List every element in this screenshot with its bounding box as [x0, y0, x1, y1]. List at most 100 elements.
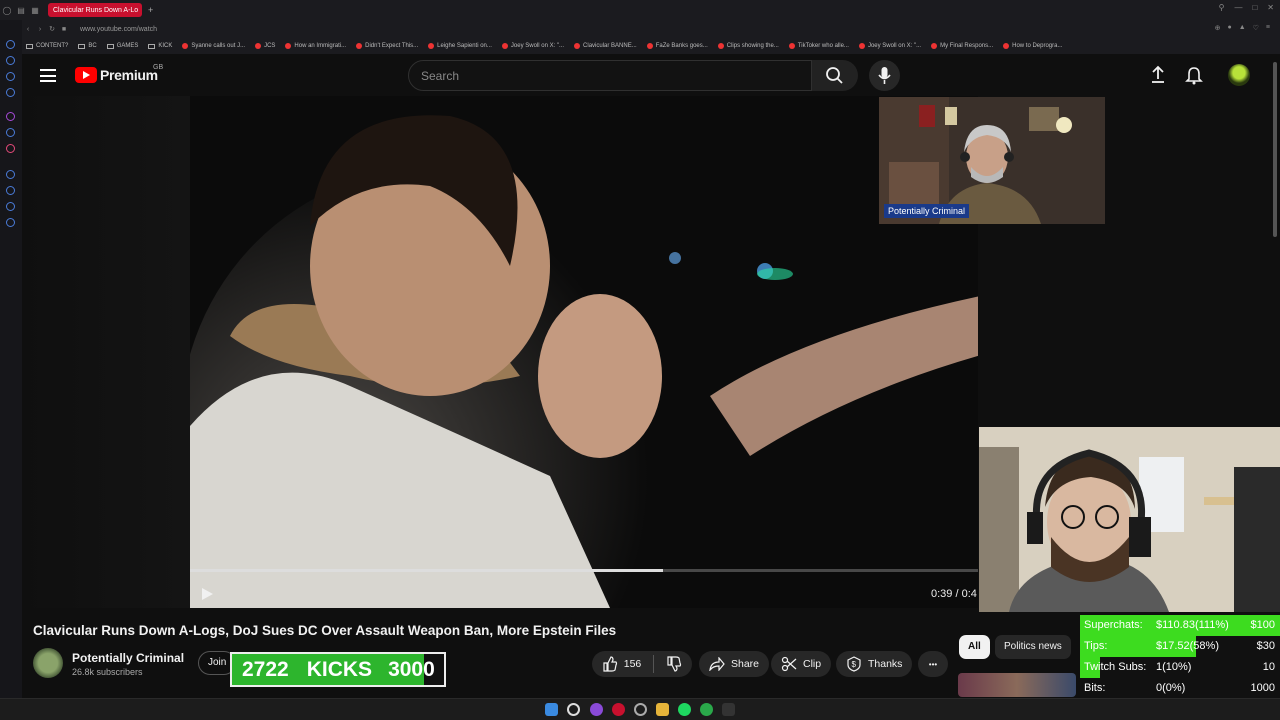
tab-active[interactable]: Clavicular Runs Down A-Lo: [48, 3, 142, 17]
more-actions-button[interactable]: •••: [918, 651, 948, 677]
start-icon[interactable]: [545, 703, 558, 716]
bookmark-item[interactable]: My Final Respons...: [931, 43, 993, 49]
bookmark-item[interactable]: Didn't Expect This...: [356, 43, 418, 49]
xbox-icon[interactable]: [700, 703, 713, 716]
bookmark-label: CONTENT?: [36, 43, 69, 49]
bookmark-label: GAMES: [116, 43, 139, 49]
browser-tab-bar: ◯ ▤ ▦ Clavicular Runs Down A-Lo + ⚲ — □ …: [0, 0, 1280, 20]
favicon-icon: [931, 43, 938, 49]
sidebar-app-icon[interactable]: [6, 170, 15, 179]
sidebar-app-icon[interactable]: [6, 40, 15, 49]
bookmark-item[interactable]: How to Deprogra...: [1003, 43, 1062, 49]
channel-name[interactable]: Potentially Criminal: [72, 651, 184, 665]
search-taskbar-icon[interactable]: [567, 703, 580, 716]
sidebar-app-icon[interactable]: [6, 56, 15, 65]
folder-icon: [148, 43, 156, 49]
voice-search-button[interactable]: [869, 60, 900, 91]
hamburger-menu-icon[interactable]: [40, 69, 56, 82]
back-icon[interactable]: ‹: [22, 26, 34, 33]
browser-logo-icon[interactable]: ◯: [0, 6, 14, 15]
recommended-video-thumbnail[interactable]: [958, 673, 1076, 697]
new-tab-icon[interactable]: +: [148, 5, 153, 15]
zoom-icon[interactable]: ⊕: [1215, 24, 1221, 32]
search-tabs-icon[interactable]: ⚲: [1219, 3, 1225, 12]
extension-icon[interactable]: ●: [1227, 24, 1231, 32]
bookmark-item[interactable]: Syanne calls out J...: [182, 43, 245, 49]
bookmark-item[interactable]: BC: [78, 43, 97, 49]
bookmark-item[interactable]: Leighe Sapienti on...: [428, 43, 492, 49]
bookmark-item[interactable]: CONTENT?: [26, 43, 68, 49]
page-scrollbar[interactable]: [1272, 60, 1278, 240]
notifications-button[interactable]: [1184, 64, 1204, 86]
sidebar-app-icon[interactable]: [6, 186, 15, 195]
video-progress-bar[interactable]: [190, 569, 978, 572]
bookmark-label: How an Immigrati...: [294, 43, 347, 49]
close-icon[interactable]: ✕: [1267, 3, 1274, 12]
messenger-icon[interactable]: [6, 128, 15, 137]
bookmark-item[interactable]: Joey Swoll on X: "...: [501, 43, 564, 49]
bookmark-item[interactable]: JCS: [255, 43, 275, 49]
chip-politics-news[interactable]: Politics news: [995, 635, 1071, 659]
video-player[interactable]: [190, 96, 978, 608]
bookmark-item[interactable]: Joey Swoll on X: "...: [858, 43, 921, 49]
youtube-logo[interactable]: Premium: [75, 67, 158, 83]
sidebar-app-icon[interactable]: [6, 72, 15, 81]
play-icon: [202, 588, 213, 600]
streamer-webcam: [979, 427, 1280, 612]
account-avatar[interactable]: [1228, 64, 1250, 86]
tab-search-icon[interactable]: ▦: [28, 6, 42, 15]
site-info-icon[interactable]: ■: [58, 26, 70, 33]
thumbs-up-icon[interactable]: [602, 656, 618, 672]
channel-avatar[interactable]: [33, 648, 63, 678]
video-frame: [190, 96, 978, 608]
like-count[interactable]: 156: [624, 658, 642, 670]
forward-icon[interactable]: ›: [34, 26, 46, 33]
instagram-icon[interactable]: [6, 144, 15, 153]
reload-icon[interactable]: ↻: [46, 25, 58, 33]
thumbs-down-icon[interactable]: [666, 656, 682, 672]
region-label: GB: [153, 64, 164, 71]
app-icon[interactable]: [722, 703, 735, 716]
menu-icon[interactable]: ≡: [1266, 24, 1270, 32]
upload-button[interactable]: [1148, 64, 1168, 86]
bookmark-item[interactable]: TikToker who alle...: [788, 43, 849, 49]
bookmark-item[interactable]: KICK: [148, 43, 172, 49]
settings-icon[interactable]: [6, 218, 15, 227]
spotify-icon[interactable]: [678, 703, 691, 716]
twitch-icon[interactable]: [6, 112, 15, 121]
stat-value: 0(0%): [1156, 682, 1186, 694]
bookmark-label: KICK: [158, 43, 173, 49]
sidebar-app-icon[interactable]: [6, 202, 15, 211]
opera-icon[interactable]: [612, 703, 625, 716]
bookmark-item[interactable]: GAMES: [106, 43, 139, 49]
tab-menu-icon[interactable]: ▤: [14, 6, 28, 15]
bookmark-item[interactable]: Clips showing the...: [717, 43, 779, 49]
search-button[interactable]: [812, 60, 858, 91]
stat-value: $17.52(58%): [1156, 640, 1219, 652]
clip-button[interactable]: Clip: [771, 651, 832, 677]
thanks-button[interactable]: $ Thanks: [836, 651, 913, 677]
chip-all[interactable]: All: [959, 635, 990, 659]
app-icon[interactable]: [590, 703, 603, 716]
browser-icon[interactable]: [634, 703, 647, 716]
bookmark-icon[interactable]: ♡: [1253, 24, 1259, 32]
share-button[interactable]: Share: [699, 651, 770, 677]
streamer-webcam-frame: [979, 427, 1280, 612]
bookmark-item[interactable]: Clavicular BANNE...: [574, 43, 637, 49]
folder-icon[interactable]: [656, 703, 669, 716]
play-button[interactable]: [200, 587, 214, 601]
video-backdrop: [22, 96, 190, 608]
url-field[interactable]: www.youtube.com/watch: [80, 26, 157, 33]
search-input[interactable]: Search: [408, 60, 812, 91]
bookmark-item[interactable]: FaZe Banks goes...: [646, 43, 708, 49]
maximize-icon[interactable]: □: [1252, 3, 1257, 12]
more-actions-icon: •••: [928, 659, 938, 669]
bookmark-item[interactable]: How an Immigrati...: [285, 43, 346, 49]
stat-value: $110.83(111%): [1156, 619, 1229, 631]
upload-icon: [1152, 65, 1164, 83]
shield-icon[interactable]: ▲: [1239, 24, 1246, 32]
bookmark-label: Leighe Sapienti on...: [437, 43, 492, 49]
sidebar-app-icon[interactable]: [6, 88, 15, 97]
minimize-icon[interactable]: —: [1234, 3, 1242, 12]
favicon-icon: [182, 43, 189, 49]
